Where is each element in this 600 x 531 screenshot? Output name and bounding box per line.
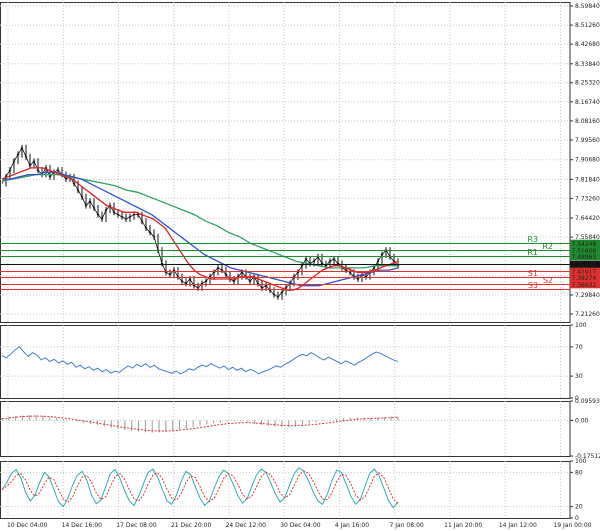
price-y-tick-label: 8.51260 — [575, 22, 600, 29]
price-y-tick-label: 7.99560 — [575, 137, 600, 144]
rsi-y-tick-label: 30 — [575, 373, 583, 380]
x-tick-label: 4 Jan 16:00 — [335, 522, 369, 529]
macd-y-tick-label: 0.095931 — [575, 398, 600, 405]
x-tick-label: 21 Dec 20:00 — [171, 522, 212, 529]
level-name: S2 — [543, 276, 553, 285]
chart-root: 10 Dec 04:00 14 Dec 16:00 17 Dec 08:00 21 D… — [0, 0, 600, 531]
ma-mid-line — [2, 171, 399, 287]
stoch-y-tick-label: 0 — [575, 515, 579, 522]
rsi-y-tick-label: 70 — [575, 344, 583, 351]
x-tick-label: 19 Jan 00:00 — [553, 522, 591, 529]
price-y-tick-label: 8.42680 — [575, 41, 600, 48]
level-value: 7.48963 — [572, 254, 597, 261]
rsi-line — [1, 346, 399, 375]
stoch-y-tick-label: 20 — [575, 504, 583, 511]
pane-frame-stoch — [0, 461, 571, 519]
pane-frame-rsi — [0, 325, 571, 399]
pane-frame-price — [0, 2, 571, 323]
price-y-tick-label: 7.81840 — [575, 176, 600, 183]
price-y-tick-label: 8.33840 — [575, 61, 600, 68]
rsi-y-tick-label: 100 — [575, 322, 587, 329]
x-tick-label: 17 Dec 08:00 — [116, 522, 157, 529]
price-y-tick-label: 8.08160 — [575, 118, 600, 125]
price-y-tick-label: 8.25320 — [575, 80, 600, 87]
price-y-tick-label: 7.90680 — [575, 157, 600, 164]
x-tick-label: 30 Dec 04:00 — [280, 522, 321, 529]
price-y-tick-label: 7.73260 — [575, 195, 600, 202]
x-tick-label: 14 Dec 16:00 — [62, 522, 103, 529]
pane-frame-macd — [0, 401, 571, 457]
price-y-tick-label: 8.16740 — [575, 99, 600, 106]
level-name: R3 — [527, 235, 538, 244]
ma-slow-line — [1, 173, 398, 269]
stoch-y-tick-label: 80 — [575, 469, 583, 476]
level-name: R2 — [542, 242, 553, 251]
price-y-tick-label: 7.21260 — [575, 311, 600, 318]
level-name: R1 — [527, 248, 538, 257]
x-tick-label: 7 Jan 08:00 — [390, 522, 424, 529]
stoch-y-tick-label: 100 — [575, 458, 587, 465]
level-name: S1 — [528, 269, 538, 278]
macd-y-tick-label: 0.00 — [575, 417, 589, 424]
x-tick-label: 24 Dec 12:00 — [226, 522, 267, 529]
level-value: 7.36632 — [572, 282, 597, 289]
chart-svg: 10 Dec 04:00 14 Dec 16:00 17 Dec 08:00 21 D… — [0, 2, 600, 529]
price-y-tick-label: 7.29840 — [575, 292, 600, 299]
price-y-tick-label: 8.59840 — [575, 3, 600, 10]
level-name: S3 — [528, 281, 538, 290]
x-tick-label: 10 Dec 04:00 — [7, 522, 48, 529]
price-y-tick-label: 7.64420 — [575, 215, 600, 222]
x-tick-label: 14 Jan 12:00 — [499, 522, 537, 529]
x-tick-label: 11 Jan 20:00 — [444, 522, 482, 529]
stoch-main-line — [1, 467, 399, 509]
